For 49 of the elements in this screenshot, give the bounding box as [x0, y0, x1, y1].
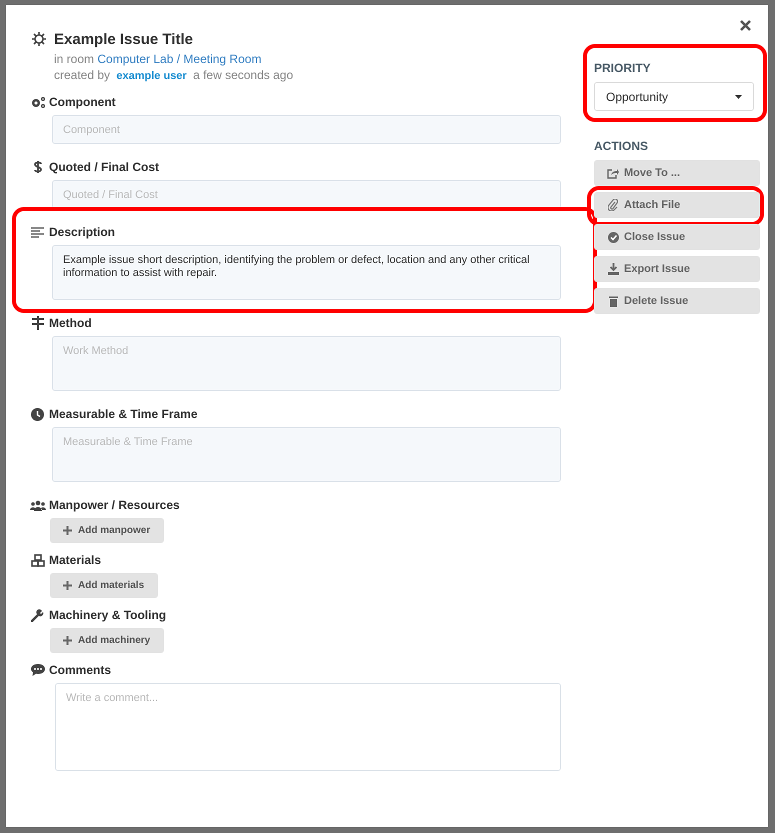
action-button[interactable]: Export Issue [594, 256, 760, 282]
room-link[interactable]: Computer Lab / Meeting Room [97, 52, 262, 66]
action-button[interactable]: Move To ... [594, 160, 760, 186]
dollar-icon [32, 160, 42, 174]
paperclip-icon [608, 199, 618, 211]
plus-icon [63, 526, 72, 535]
action-button[interactable]: Delete Issue [594, 288, 760, 314]
share-icon [607, 168, 619, 178]
clock-icon [31, 408, 44, 420]
users-icon [30, 500, 46, 510]
section-label: Machinery & Tooling [49, 608, 166, 622]
action-button[interactable]: Attach File [594, 192, 760, 218]
download-icon [608, 263, 618, 275]
signpost-icon [32, 316, 44, 330]
section-label: Component [49, 95, 116, 109]
action-button[interactable]: Close Issue [594, 224, 760, 250]
room-prefix: in room [54, 52, 94, 66]
trash-icon [608, 296, 618, 306]
section-label: Description [49, 225, 116, 239]
plus-icon [63, 636, 72, 645]
section-label: Materials [49, 553, 102, 567]
text-field[interactable]: Quoted / Final Cost [52, 180, 561, 209]
text-field[interactable]: Component [52, 115, 561, 144]
add-button[interactable]: Add machinery [50, 628, 164, 653]
actions-heading: ACTIONS [594, 139, 649, 153]
add-button[interactable]: Add materials [50, 573, 158, 598]
priority-heading: PRIORITY [594, 61, 652, 75]
text-lines-icon [31, 226, 44, 238]
section-label: Measurable & Time Frame [49, 407, 198, 421]
cubes-icon [30, 554, 44, 566]
priority-dropdown[interactable]: Opportunity [594, 82, 754, 111]
wrench-icon [31, 608, 44, 622]
plus-icon [63, 581, 72, 590]
created-time: a few seconds ago [193, 68, 294, 82]
section-label: Manpower / Resources [49, 498, 180, 512]
section-label: Method [49, 316, 92, 330]
created-prefix: created by [54, 68, 110, 82]
add-button[interactable]: Add manpower [50, 518, 164, 543]
gears-icon [30, 96, 46, 108]
issue-title: Example Issue Title [54, 30, 193, 48]
gear-icon [31, 31, 47, 47]
speech-bubble-icon [30, 664, 44, 676]
section-label: Quoted / Final Cost [49, 160, 159, 174]
close-icon[interactable] [740, 20, 751, 31]
caret-icon [735, 94, 742, 98]
user-link[interactable]: example user [116, 70, 187, 82]
section-label: Comments [49, 663, 112, 677]
check-circle-icon [608, 232, 618, 242]
description-field[interactable]: Example issue short description, identifying the problem or defect, location and any other critical information to assist with repair. [52, 245, 561, 300]
